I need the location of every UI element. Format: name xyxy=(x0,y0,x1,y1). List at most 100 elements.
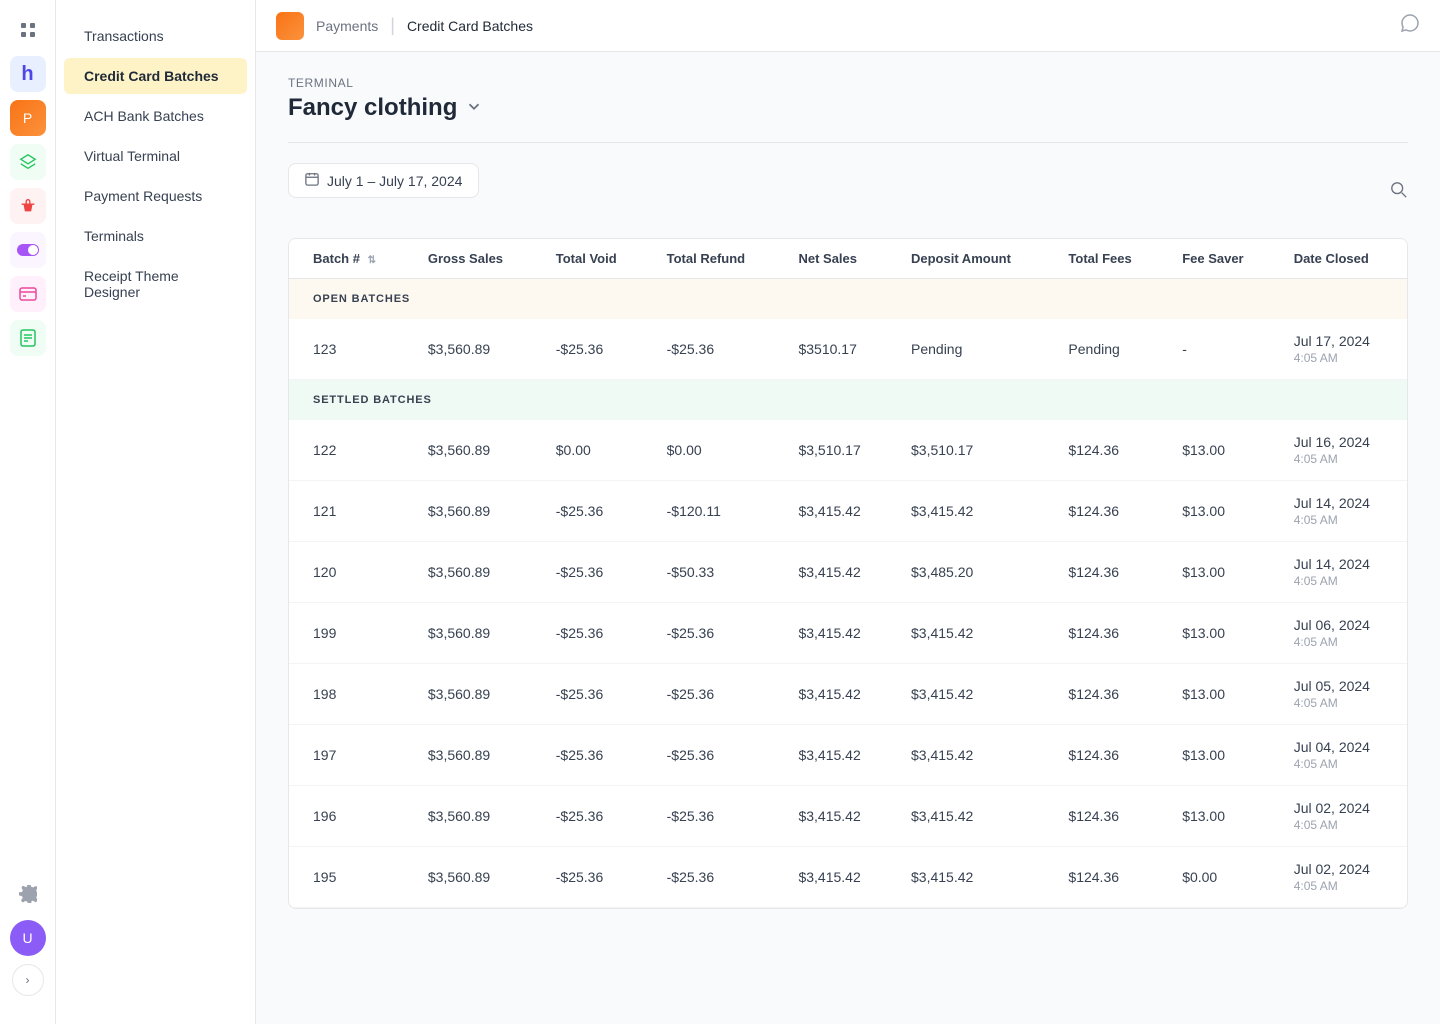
table-row[interactable]: 198 $3,560.89 -$25.36 -$25.36 $3,415.42 … xyxy=(289,664,1407,725)
nav-item-transactions[interactable]: Transactions xyxy=(64,18,247,54)
cell-total-void: -$25.36 xyxy=(540,725,651,786)
expand-button[interactable]: › xyxy=(12,964,44,996)
left-nav: Transactions Credit Card Batches ACH Ban… xyxy=(56,0,256,1024)
cell-total-void: -$25.36 xyxy=(540,319,651,380)
col-gross-sales: Gross Sales xyxy=(412,239,540,279)
cell-total-fees: Pending xyxy=(1052,319,1166,380)
cell-total-void: $0.00 xyxy=(540,420,651,481)
cell-deposit-amount: $3,415.42 xyxy=(895,847,1052,908)
col-date-closed: Date Closed xyxy=(1278,239,1407,279)
table-header: Batch # ⇅ Gross Sales Total Void Total R… xyxy=(289,239,1407,279)
cell-total-refund: -$25.36 xyxy=(651,786,783,847)
cell-net-sales: $3,510.17 xyxy=(782,420,895,481)
cell-total-refund: -$50.33 xyxy=(651,542,783,603)
col-total-fees: Total Fees xyxy=(1052,239,1166,279)
table-row[interactable]: 195 $3,560.89 -$25.36 -$25.36 $3,415.42 … xyxy=(289,847,1407,908)
layers-icon[interactable] xyxy=(10,144,46,180)
cell-batch: 120 xyxy=(289,542,412,603)
cell-gross-sales: $3,560.89 xyxy=(412,542,540,603)
cell-total-fees: $124.36 xyxy=(1052,786,1166,847)
user-avatar[interactable]: U xyxy=(10,920,46,956)
cell-date-closed: Jul 14, 20244:05 AM xyxy=(1278,481,1407,542)
nav-item-credit-card-batches[interactable]: Credit Card Batches xyxy=(64,58,247,94)
card-icon[interactable] xyxy=(10,276,46,312)
nav-item-terminals[interactable]: Terminals xyxy=(64,218,247,254)
col-net-sales: Net Sales xyxy=(782,239,895,279)
app-logo xyxy=(276,12,304,40)
cell-gross-sales: $3,560.89 xyxy=(412,664,540,725)
content-area: Terminal Fancy clothing xyxy=(256,52,1440,1024)
cell-deposit-amount: $3,415.42 xyxy=(895,786,1052,847)
nav-item-receipt-theme-designer[interactable]: Receipt Theme Designer xyxy=(64,258,247,310)
cell-fee-saver: $13.00 xyxy=(1166,664,1278,725)
chat-icon[interactable] xyxy=(1400,13,1420,38)
cell-total-void: -$25.36 xyxy=(540,481,651,542)
cell-date-closed: Jul 02, 20244:05 AM xyxy=(1278,847,1407,908)
table-row[interactable]: 122 $3,560.89 $0.00 $0.00 $3,510.17 $3,5… xyxy=(289,420,1407,481)
terminal-chevron-icon[interactable] xyxy=(465,97,483,120)
cell-total-fees: $124.36 xyxy=(1052,664,1166,725)
cell-fee-saver: $0.00 xyxy=(1166,847,1278,908)
cell-total-fees: $124.36 xyxy=(1052,725,1166,786)
cell-total-void: -$25.36 xyxy=(540,542,651,603)
cell-total-refund: -$25.36 xyxy=(651,664,783,725)
open-batches-header: OPEN BATCHES xyxy=(289,279,1407,320)
filter-row: July 1 – July 17, 2024 xyxy=(288,163,1408,222)
cell-total-fees: $124.36 xyxy=(1052,420,1166,481)
nav-item-payment-requests[interactable]: Payment Requests xyxy=(64,178,247,214)
cell-fee-saver: - xyxy=(1166,319,1278,380)
cell-gross-sales: $3,560.89 xyxy=(412,786,540,847)
cell-total-refund: -$25.36 xyxy=(651,847,783,908)
cell-batch: 197 xyxy=(289,725,412,786)
cell-total-void: -$25.36 xyxy=(540,786,651,847)
cell-total-void: -$25.36 xyxy=(540,664,651,725)
cell-deposit-amount: $3,415.42 xyxy=(895,725,1052,786)
cell-total-refund: -$25.36 xyxy=(651,603,783,664)
cell-date-closed: Jul 14, 20244:05 AM xyxy=(1278,542,1407,603)
cell-batch: 121 xyxy=(289,481,412,542)
date-filter-text: July 1 – July 17, 2024 xyxy=(327,173,462,189)
divider xyxy=(288,142,1408,143)
cell-deposit-amount: Pending xyxy=(895,319,1052,380)
table-row[interactable]: 196 $3,560.89 -$25.36 -$25.36 $3,415.42 … xyxy=(289,786,1407,847)
table-row[interactable]: 199 $3,560.89 -$25.36 -$25.36 $3,415.42 … xyxy=(289,603,1407,664)
nav-item-virtual-terminal[interactable]: Virtual Terminal xyxy=(64,138,247,174)
settled-batches-header: SETTLED BATCHES xyxy=(289,380,1407,421)
top-bar: Payments | Credit Card Batches xyxy=(256,0,1440,52)
col-fee-saver: Fee Saver xyxy=(1166,239,1278,279)
bucket-icon[interactable] xyxy=(10,188,46,224)
batches-table-wrapper: Batch # ⇅ Gross Sales Total Void Total R… xyxy=(288,238,1408,909)
cell-net-sales: $3,415.42 xyxy=(782,847,895,908)
document-icon[interactable] xyxy=(10,320,46,356)
grid-icon[interactable] xyxy=(10,12,46,48)
cell-total-fees: $124.36 xyxy=(1052,542,1166,603)
cell-batch: 195 xyxy=(289,847,412,908)
cell-fee-saver: $13.00 xyxy=(1166,603,1278,664)
main-content: Payments | Credit Card Batches Terminal … xyxy=(256,0,1440,1024)
cell-gross-sales: $3,560.89 xyxy=(412,847,540,908)
h-logo-icon[interactable]: h xyxy=(10,56,46,92)
table-row[interactable]: 121 $3,560.89 -$25.36 -$120.11 $3,415.42… xyxy=(289,481,1407,542)
toggle-icon[interactable] xyxy=(10,232,46,268)
search-button[interactable] xyxy=(1390,181,1408,204)
cell-total-void: -$25.36 xyxy=(540,603,651,664)
cell-batch: 196 xyxy=(289,786,412,847)
date-filter-button[interactable]: July 1 – July 17, 2024 xyxy=(288,163,479,198)
col-batch[interactable]: Batch # ⇅ xyxy=(289,239,412,279)
cell-gross-sales: $3,560.89 xyxy=(412,603,540,664)
table-row[interactable]: 120 $3,560.89 -$25.36 -$50.33 $3,415.42 … xyxy=(289,542,1407,603)
cell-fee-saver: $13.00 xyxy=(1166,786,1278,847)
page-title: Credit Card Batches xyxy=(407,18,533,34)
cell-net-sales: $3,415.42 xyxy=(782,603,895,664)
payments-icon[interactable]: P xyxy=(10,100,46,136)
calendar-icon xyxy=(305,172,319,189)
cell-deposit-amount: $3,415.42 xyxy=(895,481,1052,542)
cell-gross-sales: $3,560.89 xyxy=(412,420,540,481)
table-row[interactable]: 197 $3,560.89 -$25.36 -$25.36 $3,415.42 … xyxy=(289,725,1407,786)
cell-total-fees: $124.36 xyxy=(1052,603,1166,664)
cell-batch: 122 xyxy=(289,420,412,481)
cell-batch: 198 xyxy=(289,664,412,725)
nav-item-ach-bank-batches[interactable]: ACH Bank Batches xyxy=(64,98,247,134)
gear-icon[interactable] xyxy=(10,876,46,912)
table-row[interactable]: 123 $3,560.89 -$25.36 -$25.36 $3510.17 P… xyxy=(289,319,1407,380)
